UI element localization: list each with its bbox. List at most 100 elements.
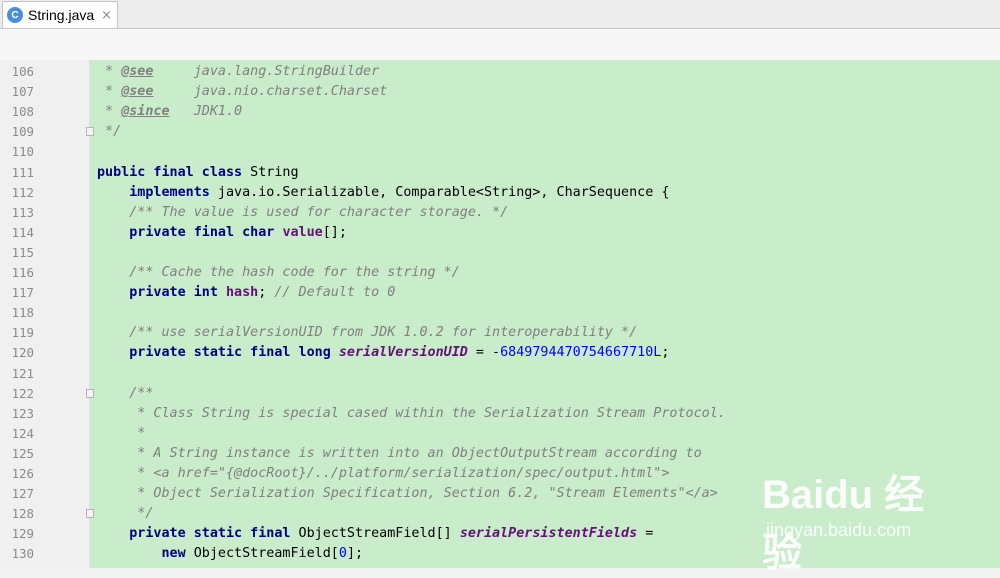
code-text: * @see java.nio.charset.Charset (97, 82, 387, 102)
code-text: */ (97, 504, 153, 524)
code-line[interactable]: 107 * @see java.nio.charset.Charset (0, 82, 1000, 102)
code-line[interactable]: 117 private int hash; // Default to 0 (0, 283, 1000, 303)
code-line[interactable]: 123 * Class String is special cased with… (0, 404, 1000, 424)
line-number: 128 (11, 506, 34, 522)
line-number: 115 (11, 244, 34, 260)
code-token: java.lang.StringBuilder (153, 64, 380, 79)
code-text: private final char value[]; (97, 223, 347, 243)
code-line[interactable]: 122 /** (0, 384, 1000, 404)
code-text: * <a href="{@docRoot}/../platform/serial… (97, 464, 669, 484)
code-text: * Object Serialization Specification, Se… (97, 484, 718, 504)
line-number: 121 (11, 365, 34, 381)
code-text: */ (97, 122, 121, 142)
code-line[interactable]: 113 /** The value is used for character … (0, 203, 1000, 223)
code-token: * (97, 104, 122, 120)
line-number: 122 (11, 385, 34, 401)
code-token: private static final (129, 526, 291, 542)
code-token: ; (661, 345, 670, 361)
java-class-icon: C (7, 7, 23, 23)
code-token: value (282, 224, 323, 240)
code-token: * <a href="{@docRoot}/../platform/serial… (97, 466, 670, 481)
code-token: // Default to 0 (274, 285, 396, 301)
fold-marker-icon[interactable] (86, 388, 94, 398)
code-line[interactable]: 106 * @see java.lang.StringBuilder (0, 62, 1000, 82)
code-token: = - (467, 345, 501, 361)
tab-string-java[interactable]: C String.java × (2, 1, 118, 28)
fold-marker-icon[interactable] (86, 127, 94, 137)
code-text: private static final ObjectStreamField[]… (97, 524, 653, 544)
code-token: String (242, 164, 299, 180)
code-token: * A String instance is written into an O… (97, 445, 702, 461)
code-line[interactable]: 120 private static final long serialVers… (0, 343, 1000, 363)
code-token: * (97, 84, 122, 100)
code-line[interactable]: 114 private final char value[]; (0, 223, 1000, 243)
code-line[interactable]: 112 implements java.io.Serializable, Com… (0, 183, 1000, 203)
line-number: 119 (11, 325, 34, 341)
code-token: java.nio.charset.Charset (153, 84, 388, 100)
baidu-watermark: Baidu 经验 jingyan.baidu.com (762, 456, 962, 575)
line-number: 114 (11, 224, 34, 240)
code-token: private int (129, 285, 218, 301)
code-token: private final char (129, 224, 275, 240)
line-number: 108 (11, 104, 34, 120)
code-text: private static final long serialVersionU… (97, 343, 669, 363)
code-token: ]; (346, 546, 364, 562)
code-line[interactable]: 108 * @since JDK1.0 (0, 102, 1000, 122)
line-number: 109 (11, 124, 34, 140)
code-token: = (637, 526, 654, 542)
close-icon[interactable]: × (101, 8, 112, 23)
code-text: * A String instance is written into an O… (97, 444, 702, 464)
code-token: */ (97, 124, 122, 140)
code-token: /** (97, 385, 154, 401)
code-text: * (97, 424, 145, 444)
code-text: /** Cache the hash code for the string *… (97, 263, 460, 283)
line-number: 110 (11, 144, 34, 160)
code-token: ObjectStreamField[] (290, 526, 460, 542)
code-line[interactable]: 124 * (0, 424, 1000, 444)
code-token: java.io.Serializable, Comparable<String>… (209, 184, 670, 200)
code-token: * Object Serialization Specification, Se… (97, 486, 718, 502)
code-token: /** The value is used for character stor… (97, 204, 509, 220)
editor-header-strip (0, 29, 1000, 60)
code-token: * (97, 64, 122, 79)
code-token: */ (97, 506, 154, 522)
line-number: 126 (11, 466, 34, 481)
code-line[interactable]: 111 public final class String (0, 163, 1000, 183)
code-token: ; (258, 285, 275, 301)
line-number: 129 (11, 526, 34, 542)
code-text: * @see java.lang.StringBuilder (97, 62, 379, 82)
code-token: /** Cache the hash code for the string *… (97, 265, 460, 280)
tab-title: String.java (28, 7, 95, 23)
code-token: /** use serialVersionUID from JDK 1.0.2 … (97, 325, 638, 341)
line-number: 113 (11, 204, 34, 220)
code-token: @since (121, 104, 170, 120)
code-line[interactable]: 110 (0, 142, 1000, 162)
code-line[interactable]: 116 /** Cache the hash code for the stri… (0, 263, 1000, 283)
code-text: /** use serialVersionUID from JDK 1.0.2 … (97, 323, 637, 343)
code-token: serialPersistentFields (459, 526, 638, 542)
code-token: @see (121, 64, 154, 79)
code-line[interactable]: 121 (0, 364, 1000, 384)
line-number: 120 (11, 345, 34, 361)
watermark-url: jingyan.baidu.com (766, 520, 912, 540)
code-line[interactable]: 119 /** use serialVersionUID from JDK 1.… (0, 323, 1000, 343)
line-number: 118 (11, 305, 34, 321)
line-number: 106 (11, 64, 34, 79)
code-token: public final class (97, 164, 243, 180)
code-line[interactable]: 115 (0, 243, 1000, 263)
code-token: private static final long (129, 345, 331, 361)
line-number: 117 (11, 285, 34, 301)
code-token: serialVersionUID (338, 345, 468, 361)
line-number: 130 (11, 546, 34, 562)
code-token: new (161, 546, 186, 562)
code-line[interactable]: 109 */ (0, 122, 1000, 142)
editor-tab-bar: C String.java × (0, 0, 1000, 29)
code-token: @see (121, 84, 154, 100)
code-line[interactable]: 118 (0, 303, 1000, 323)
fold-marker-icon[interactable] (86, 509, 94, 519)
